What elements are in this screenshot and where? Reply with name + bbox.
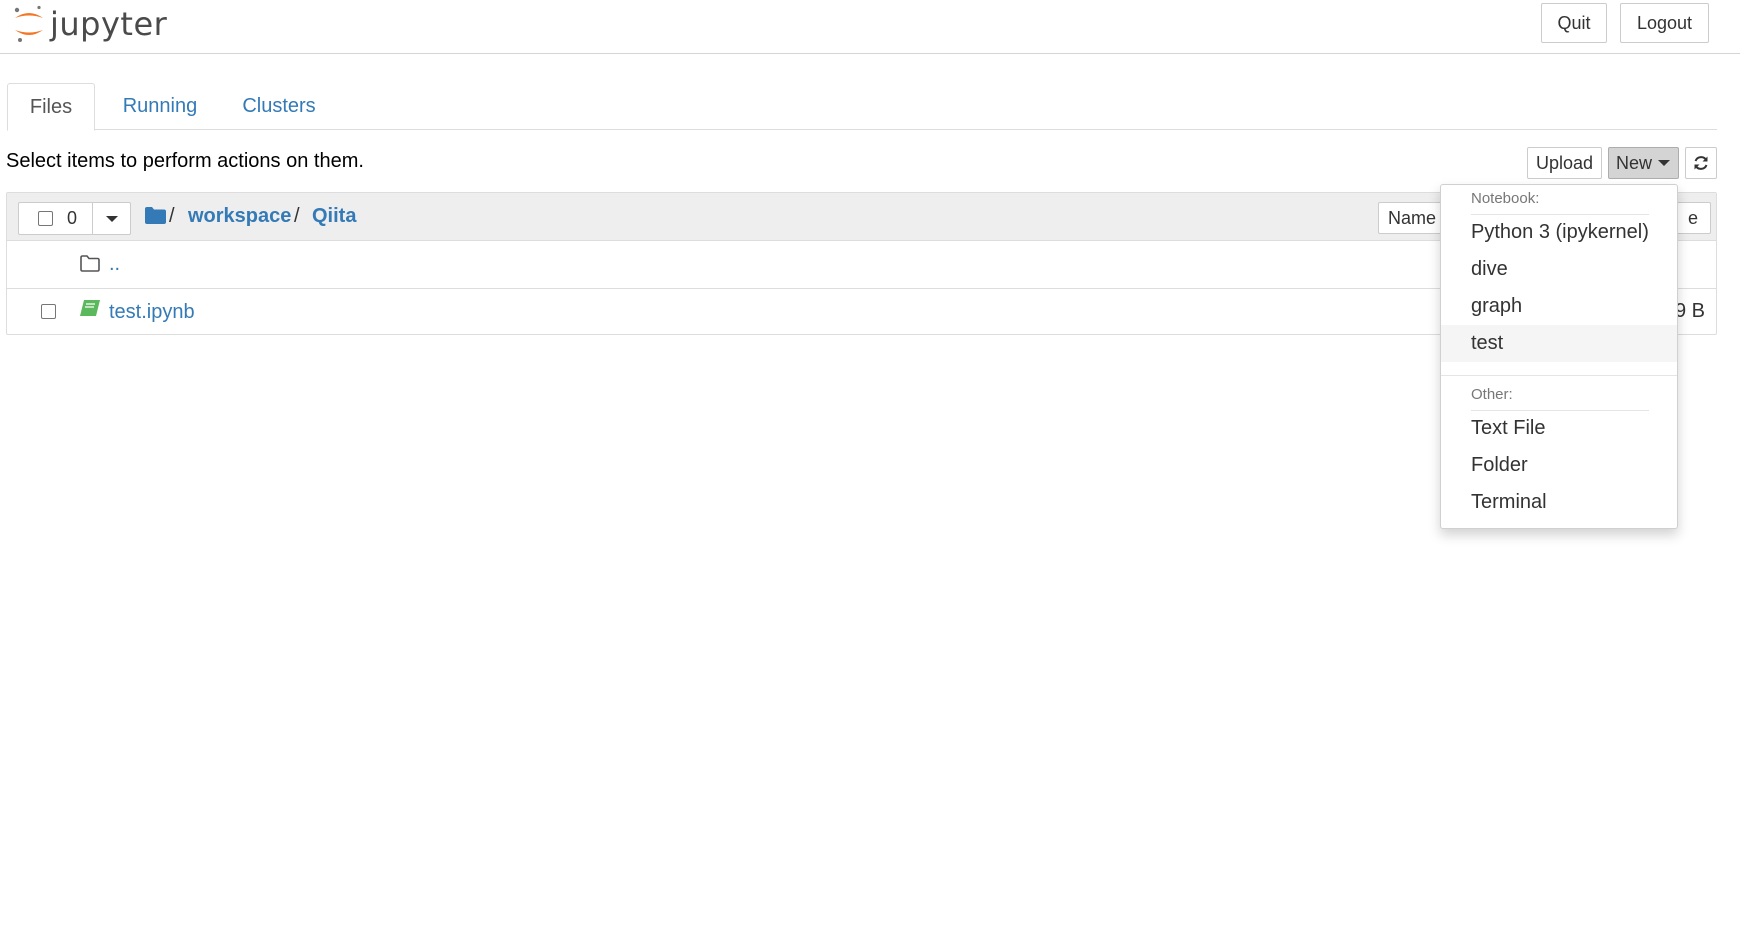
menu-divider <box>1441 375 1677 376</box>
breadcrumb-separator: / <box>169 205 175 227</box>
menu-item-terminal[interactable]: Terminal <box>1441 484 1677 521</box>
notebook-section-header: Notebook: <box>1471 190 1540 207</box>
file-checkbox[interactable] <box>41 304 56 319</box>
folder-icon[interactable] <box>145 207 166 224</box>
tab-files[interactable]: Files <box>7 83 95 131</box>
tab-clusters[interactable]: Clusters <box>235 83 323 130</box>
caret-down-icon <box>1658 160 1670 166</box>
selection-hint: Select items to perform actions on them. <box>6 150 364 172</box>
quit-button[interactable]: Quit <box>1541 3 1607 43</box>
menu-item-test[interactable]: test <box>1441 325 1677 362</box>
tab-running[interactable]: Running <box>110 83 210 130</box>
select-dropdown-toggle[interactable] <box>93 203 130 234</box>
refresh-icon <box>1694 156 1708 170</box>
breadcrumb-qiita[interactable]: Qiita <box>312 205 356 228</box>
refresh-button[interactable] <box>1685 147 1717 179</box>
logout-button[interactable]: Logout <box>1620 3 1709 43</box>
select-all-group: 0 <box>18 202 131 235</box>
new-dropdown-button[interactable]: New <box>1608 147 1679 179</box>
new-dropdown-menu: Notebook: Python 3 (ipykernel) dive grap… <box>1440 184 1678 529</box>
menu-item-graph[interactable]: graph <box>1441 288 1677 325</box>
logo-text: jupyter <box>50 5 168 43</box>
other-section-header: Other: <box>1471 386 1513 403</box>
menu-item-folder[interactable]: Folder <box>1441 447 1677 484</box>
tab-bar: Files Running Clusters <box>7 83 1717 131</box>
notebook-icon <box>80 300 100 316</box>
new-button-label: New <box>1615 152 1652 173</box>
file-link[interactable]: test.ipynb <box>109 301 195 324</box>
menu-item-text-file[interactable]: Text File <box>1441 410 1677 447</box>
upload-button[interactable]: Upload <box>1527 147 1602 179</box>
file-size: 9 B <box>1675 300 1706 322</box>
folder-open-icon <box>80 255 100 272</box>
breadcrumb-workspace[interactable]: workspace <box>188 205 291 228</box>
jupyter-logo[interactable]: jupyter <box>12 2 167 46</box>
header-bar: jupyter Quit Logout <box>0 0 1740 54</box>
menu-item-python3[interactable]: Python 3 (ipykernel) <box>1441 214 1677 251</box>
breadcrumb-separator: / <box>294 205 300 227</box>
caret-down-icon <box>105 215 118 222</box>
sort-size-label-partial: e <box>1687 207 1698 228</box>
jupyter-logo-icon <box>14 5 43 42</box>
parent-dir-link[interactable]: .. <box>109 253 120 276</box>
menu-item-dive[interactable]: dive <box>1441 251 1677 288</box>
sort-name-label: Name <box>1388 207 1437 228</box>
select-all-checkbox[interactable] <box>38 211 53 226</box>
selected-count: 0 <box>67 208 78 228</box>
